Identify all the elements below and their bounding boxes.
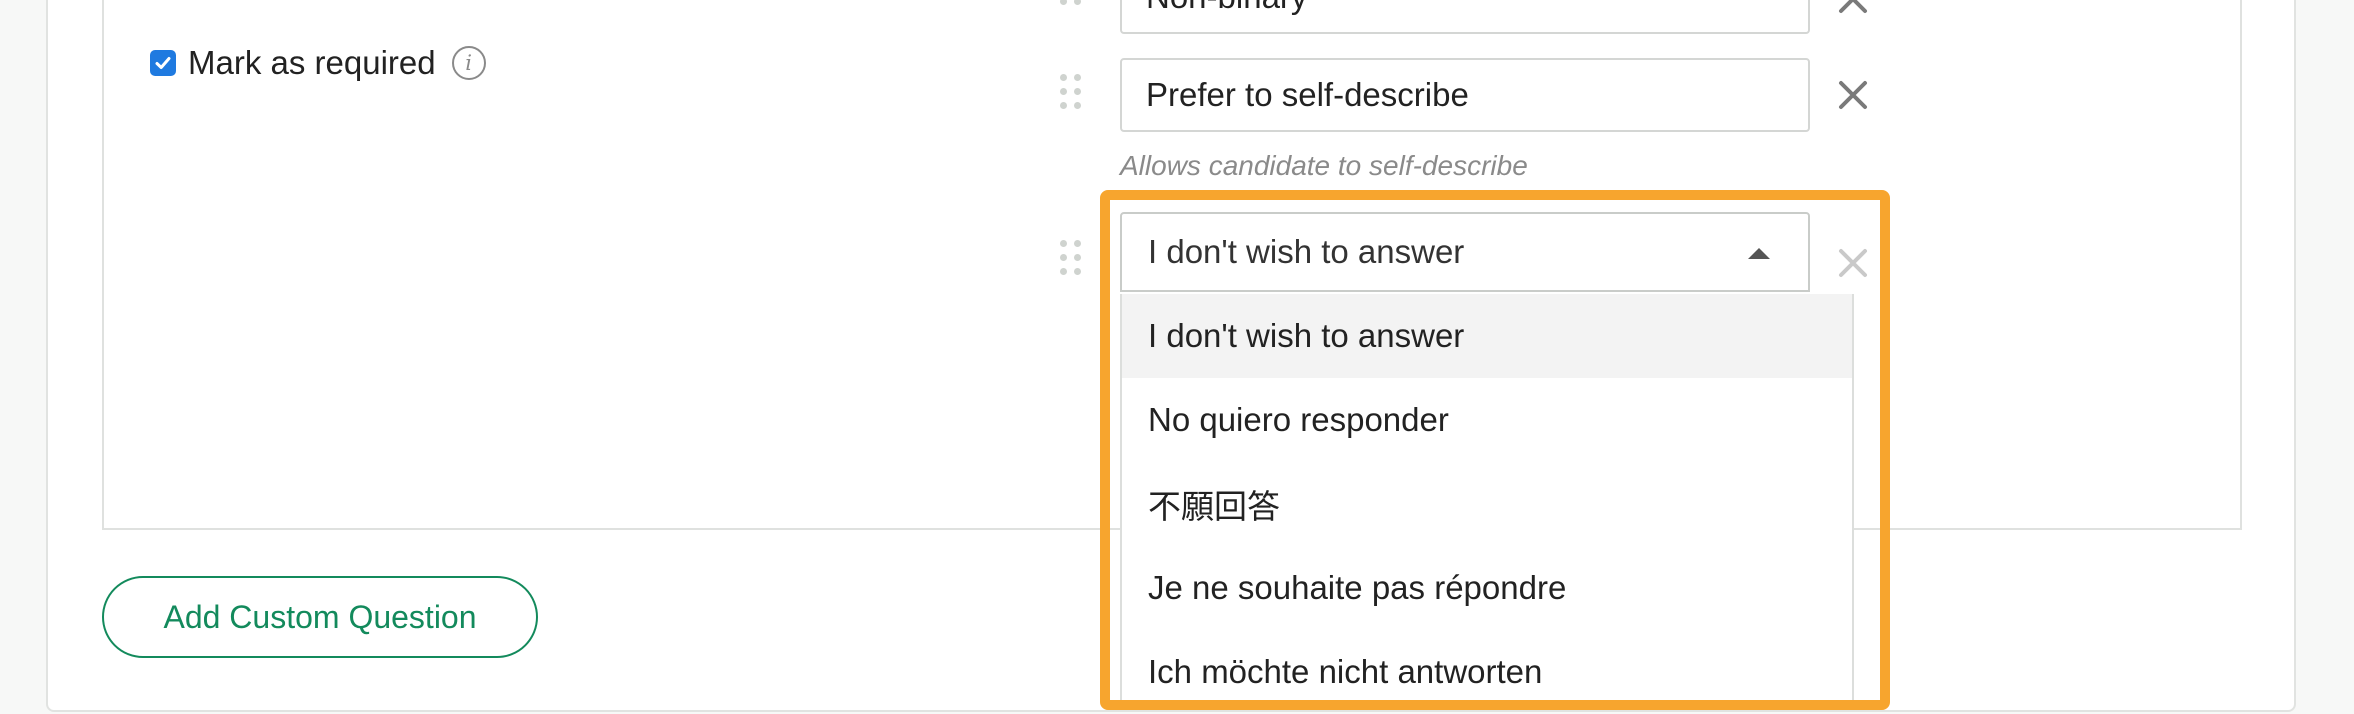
checkmark-icon	[155, 57, 171, 69]
drag-handle-icon[interactable]	[1060, 0, 1081, 14]
close-icon[interactable]	[1836, 0, 1870, 16]
info-icon[interactable]: i	[451, 46, 486, 80]
answer-option-input[interactable]: Non-binary	[1120, 0, 1810, 34]
mark-required-label: Mark as required	[188, 44, 436, 81]
mark-required-row: Mark as required i	[150, 44, 486, 82]
highlight-box	[1100, 190, 1890, 710]
option-hint: Allows candidate to self-describe	[1120, 150, 1528, 181]
answer-option-input[interactable]: Prefer to self-describe	[1120, 58, 1810, 132]
mark-required-checkbox[interactable]	[150, 50, 176, 76]
add-custom-question-button[interactable]: Add Custom Question	[102, 576, 538, 658]
drag-handle-icon[interactable]	[1060, 240, 1081, 284]
drag-handle-icon[interactable]	[1060, 74, 1081, 118]
close-icon[interactable]	[1836, 78, 1870, 112]
